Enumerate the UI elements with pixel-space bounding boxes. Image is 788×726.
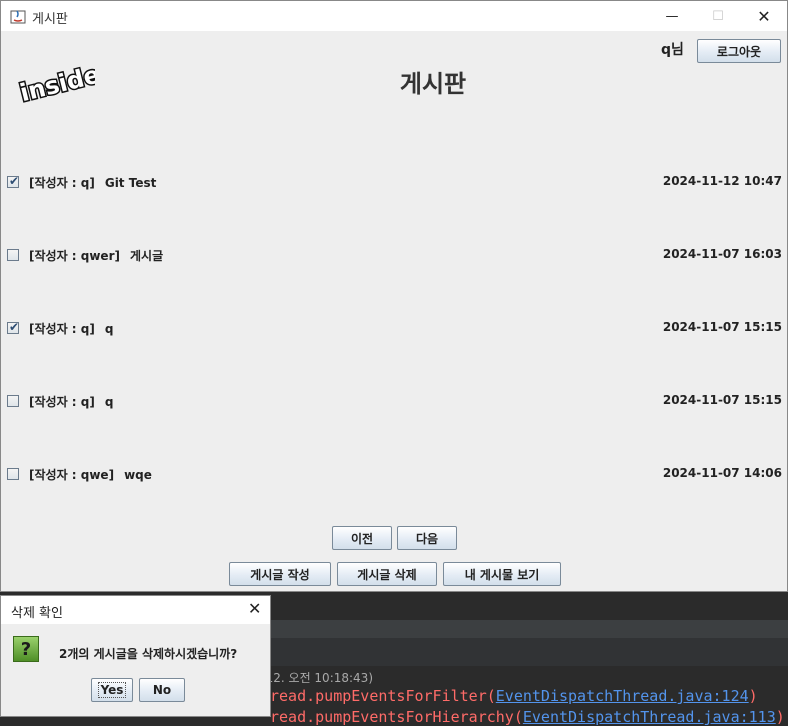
post-text: [작성자 : q] q <box>29 393 113 410</box>
dialog-message: 2개의 게시글을 삭제하시겠습니까? <box>59 647 238 661</box>
console-text: read.pumpEventsForFilter( <box>270 687 496 705</box>
page-title: 게시판 <box>399 70 467 98</box>
console-line-2: read.pumpEventsForHierarchy(EventDispatc… <box>270 708 785 726</box>
logout-button[interactable]: 로그아웃 <box>697 39 781 63</box>
delete-post-button[interactable]: 게시글 삭제 <box>337 562 437 586</box>
post-checkbox[interactable]: ✔ <box>7 174 20 188</box>
question-icon: ? <box>13 636 39 662</box>
minimize-button[interactable]: — <box>649 1 695 31</box>
post-text: [작성자 : q] Git Test <box>29 174 156 191</box>
check-mark-icon: ✔ <box>9 174 20 188</box>
post-date: 2024-11-07 15:15 <box>662 393 782 407</box>
post-date: 2024-11-07 16:03 <box>662 247 782 261</box>
post-row[interactable]: [작성자 : q] q 2024-11-07 15:15 <box>7 392 782 412</box>
post-date: 2024-11-07 15:15 <box>662 320 782 334</box>
my-posts-button[interactable]: 내 게시물 보기 <box>443 562 561 586</box>
yes-button[interactable]: Yes <box>91 678 133 702</box>
close-button[interactable]: ✕ <box>741 1 787 31</box>
console-text: ) <box>748 687 758 705</box>
prev-page-button[interactable]: 이전 <box>332 526 392 550</box>
post-row[interactable]: ✔ [작성자 : q] Git Test 2024-11-12 10:47 <box>7 173 782 193</box>
post-checkbox[interactable]: ✔ <box>7 320 20 334</box>
console-line-1: read.pumpEventsForFilter(EventDispatchTh… <box>270 687 758 705</box>
post-checkbox[interactable] <box>7 468 19 480</box>
post-title[interactable]: Git Test <box>105 176 157 190</box>
yes-button-label: Yes <box>97 682 127 698</box>
user-label: q님 <box>661 42 684 58</box>
write-post-button[interactable]: 게시글 작성 <box>229 562 331 586</box>
next-page-button[interactable]: 다음 <box>397 526 457 550</box>
post-title[interactable]: q <box>105 322 114 336</box>
console-link[interactable]: EventDispatchThread.java:113 <box>523 708 776 726</box>
post-row[interactable]: [작성자 : qwer] 게시글 2024-11-07 16:03 <box>7 246 782 266</box>
post-text: [작성자 : qwe] wqe <box>29 466 152 483</box>
no-button[interactable]: No <box>139 678 185 702</box>
post-title[interactable]: q <box>105 395 114 409</box>
post-text: [작성자 : qwer] 게시글 <box>29 247 163 264</box>
post-date: 2024-11-07 14:06 <box>662 466 782 480</box>
console-text: read.pumpEventsForHierarchy( <box>270 708 523 726</box>
dialog-close-button[interactable]: ✕ <box>248 599 261 618</box>
dialog-title-bar[interactable]: 삭제 확인 ✕ <box>1 596 270 624</box>
post-checkbox[interactable] <box>7 395 19 407</box>
post-author: [작성자 : q] <box>29 322 95 336</box>
post-date: 2024-11-12 10:47 <box>662 174 782 188</box>
post-row[interactable]: ✔ [작성자 : q] q 2024-11-07 15:15 <box>7 319 782 339</box>
java-app-icon <box>10 10 26 24</box>
post-author: [작성자 : qwer] <box>29 249 120 263</box>
post-title[interactable]: 게시글 <box>130 249 163 263</box>
maximize-button[interactable]: ☐ <box>695 1 741 31</box>
post-author: [작성자 : qwe] <box>29 468 115 482</box>
board-window: 게시판 — ☐ ✕ q님 로그아웃 inside 게시판 ✔ [작성자 : q] G… <box>0 0 788 592</box>
window-title: 게시판 <box>32 12 68 27</box>
post-title[interactable]: wqe <box>124 468 152 482</box>
check-mark-icon: ✔ <box>9 320 20 334</box>
dialog-title: 삭제 확인 <box>11 606 63 621</box>
title-bar[interactable]: 게시판 — ☐ ✕ <box>1 1 787 31</box>
post-row[interactable]: [작성자 : qwe] wqe 2024-11-07 14:06 <box>7 465 782 485</box>
post-checkbox[interactable] <box>7 249 19 261</box>
console-text: ) <box>775 708 785 726</box>
post-author: [작성자 : q] <box>29 395 95 409</box>
delete-confirm-dialog: 삭제 확인 ✕ ? 2개의 게시글을 삭제하시겠습니까? Yes No <box>0 595 271 717</box>
console-timestamp: . 12. 오전 10:18:43) <box>258 671 373 685</box>
post-author: [작성자 : q] <box>29 176 95 190</box>
console-link[interactable]: EventDispatchThread.java:124 <box>496 687 749 705</box>
post-text: [작성자 : q] q <box>29 320 113 337</box>
